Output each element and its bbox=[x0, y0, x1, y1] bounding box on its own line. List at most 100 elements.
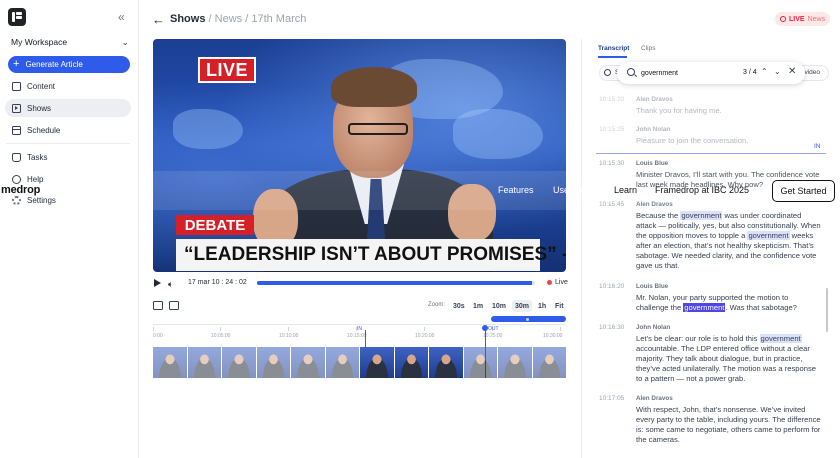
live-tag: LIVE bbox=[198, 57, 256, 83]
entry-timestamp[interactable]: 10:15:30 bbox=[599, 160, 624, 167]
search-bar-text: video bbox=[804, 69, 820, 76]
video-player[interactable]: LIVE DEBATE “LEADERSHIP ISN’T ABOUT PROM… bbox=[153, 39, 566, 272]
ruler-tick bbox=[220, 327, 221, 331]
zoom-fit-button[interactable]: Fit bbox=[552, 300, 567, 312]
filmstrip[interactable] bbox=[153, 347, 566, 378]
close-icon[interactable]: ✕ bbox=[788, 66, 796, 77]
entry-text: Pleasure to join the conversation. bbox=[636, 136, 749, 145]
entry-text: Let’s be clear: our role is to hold this… bbox=[636, 334, 816, 383]
timeline-playhead[interactable] bbox=[482, 325, 488, 331]
nav-link-use-cases[interactable]: Use Cases bbox=[553, 185, 597, 195]
filmstrip-frame bbox=[256, 347, 290, 378]
workspace-name: My Workspace bbox=[11, 37, 68, 47]
sidebar-item-shows[interactable]: Shows bbox=[5, 99, 131, 117]
world-map-graphic bbox=[453, 109, 543, 159]
entry-text: Because the government was under coordin… bbox=[636, 211, 821, 270]
sidebar-item-label: Schedule bbox=[27, 125, 61, 135]
breadcrumb-separator: / bbox=[245, 13, 249, 25]
transcript-scrollbar[interactable] bbox=[826, 288, 828, 332]
ruler-tick-label: 10:30:00 bbox=[543, 333, 563, 339]
ruler-tick bbox=[424, 327, 425, 331]
zoom-30m-button[interactable]: 30m bbox=[512, 300, 533, 312]
zoom-1m-button[interactable]: 1m bbox=[470, 300, 486, 312]
calendar-icon bbox=[12, 125, 21, 135]
zoom-1h-button[interactable]: 1h bbox=[535, 300, 549, 312]
sidebar-item-tasks[interactable]: Tasks bbox=[5, 148, 131, 166]
app-logo[interactable] bbox=[8, 8, 26, 26]
split-view-icon[interactable] bbox=[169, 301, 179, 310]
entry-text: With respect, John, that’s nonsense. We’… bbox=[636, 405, 821, 444]
ruler-tick-label: 10:10:00 bbox=[279, 333, 299, 339]
collapse-sidebar-icon[interactable]: « bbox=[118, 10, 125, 24]
sidebar-item-content[interactable]: Content bbox=[5, 77, 131, 95]
search-match-highlight: government bbox=[680, 211, 723, 220]
in-marker-label: IN bbox=[357, 326, 362, 332]
zoom-label: Zoom: bbox=[428, 302, 446, 308]
search-match-highlight: government bbox=[747, 231, 790, 240]
chevron-down-icon: ⌄ bbox=[121, 37, 129, 47]
play-icon[interactable] bbox=[154, 279, 161, 287]
live-dot-icon bbox=[547, 280, 552, 285]
zoom-30s-button[interactable]: 30s bbox=[450, 300, 468, 312]
transcript-panel: Transcript Clips S video 3 / 4 ⌃ ⌄ ✕ 10:… bbox=[581, 39, 840, 458]
entry-timestamp[interactable]: 10:16:30 bbox=[599, 324, 624, 331]
plus-icon: + bbox=[13, 58, 20, 70]
entry-speaker: John Nolan bbox=[636, 324, 671, 331]
entry-text: Mr. Nolan, your party supported the moti… bbox=[636, 293, 797, 312]
search-match-highlight: government bbox=[683, 303, 726, 312]
ruler-tick-label: 10:05:00 bbox=[211, 333, 231, 339]
playback-progress-bar[interactable] bbox=[257, 281, 535, 285]
brand-wordmark[interactable]: medrop bbox=[1, 184, 40, 196]
nav-link-learn[interactable]: Learn bbox=[614, 185, 637, 195]
sidebar-item-schedule[interactable]: Schedule bbox=[5, 121, 131, 139]
workspace-selector[interactable]: My Workspace ⌄ bbox=[11, 37, 129, 48]
ruler-tick bbox=[560, 327, 561, 331]
get-started-button[interactable]: Get Started bbox=[772, 180, 835, 202]
search-icon bbox=[627, 68, 635, 76]
previous-match-icon[interactable]: ⌃ bbox=[761, 67, 768, 76]
match-count: 3 / 4 bbox=[743, 69, 757, 76]
entry-speaker: Alen Dravos bbox=[636, 96, 673, 103]
zoom-10m-button[interactable]: 10m bbox=[489, 300, 509, 312]
nav-link-ibc[interactable]: Framedrop at IBC 2025 bbox=[655, 185, 749, 195]
ruler-tick-label: 10:20:00 bbox=[415, 333, 435, 339]
breadcrumb-shows[interactable]: Shows bbox=[170, 13, 205, 25]
timecode: 17 mar 10 : 24 : 02 bbox=[188, 279, 247, 286]
volume-icon[interactable]: 🔈︎ bbox=[168, 279, 173, 290]
nav-link-features[interactable]: Features bbox=[498, 185, 534, 195]
tab-clips[interactable]: Clips bbox=[641, 45, 655, 52]
live-channel-label: News bbox=[807, 15, 826, 23]
filmstrip-frame bbox=[463, 347, 497, 378]
generate-article-button[interactable]: + Generate Article bbox=[8, 56, 130, 73]
headline-banner: “LEADERSHIP ISN’T ABOUT PROMISES” - PM bbox=[176, 239, 566, 271]
shows-icon bbox=[12, 103, 21, 113]
progress-fill bbox=[257, 281, 533, 285]
layout-icon[interactable] bbox=[153, 301, 163, 310]
filmstrip-frame bbox=[291, 347, 325, 378]
breadcrumb: Shows / News / 17th March bbox=[170, 13, 306, 25]
sidebar-item-label: Settings bbox=[27, 195, 56, 205]
presenter-hair bbox=[331, 67, 417, 107]
content-icon bbox=[12, 81, 21, 91]
search-icon bbox=[604, 69, 611, 76]
in-point-rule bbox=[596, 153, 826, 154]
entry-timestamp[interactable]: 10:15:25 bbox=[599, 126, 624, 133]
debate-tag: DEBATE bbox=[176, 215, 254, 235]
selection-range-handle[interactable] bbox=[491, 316, 566, 322]
breadcrumb-news[interactable]: News bbox=[215, 13, 243, 25]
entry-timestamp[interactable]: 10:15:20 bbox=[599, 96, 624, 103]
ruler-tick-label: 10:15:00 bbox=[347, 333, 367, 339]
world-map-graphic bbox=[173, 109, 243, 149]
sidebar-item-label: Content bbox=[27, 81, 56, 91]
tab-transcript[interactable]: Transcript bbox=[598, 45, 629, 52]
entry-speaker: Louis Blue bbox=[636, 283, 669, 290]
live-indicator[interactable]: Live bbox=[547, 279, 568, 286]
live-status-label: LIVE bbox=[789, 15, 805, 23]
entry-timestamp[interactable]: 10:16:20 bbox=[599, 283, 624, 290]
entry-timestamp[interactable]: 10:17:05 bbox=[599, 395, 624, 402]
back-arrow-icon[interactable]: ← bbox=[152, 12, 165, 27]
generate-article-label: Generate Article bbox=[25, 60, 83, 69]
find-popup: 3 / 4 ⌃ ⌄ ✕ bbox=[617, 62, 805, 84]
next-match-icon[interactable]: ⌄ bbox=[774, 67, 781, 76]
find-input[interactable] bbox=[641, 67, 731, 79]
